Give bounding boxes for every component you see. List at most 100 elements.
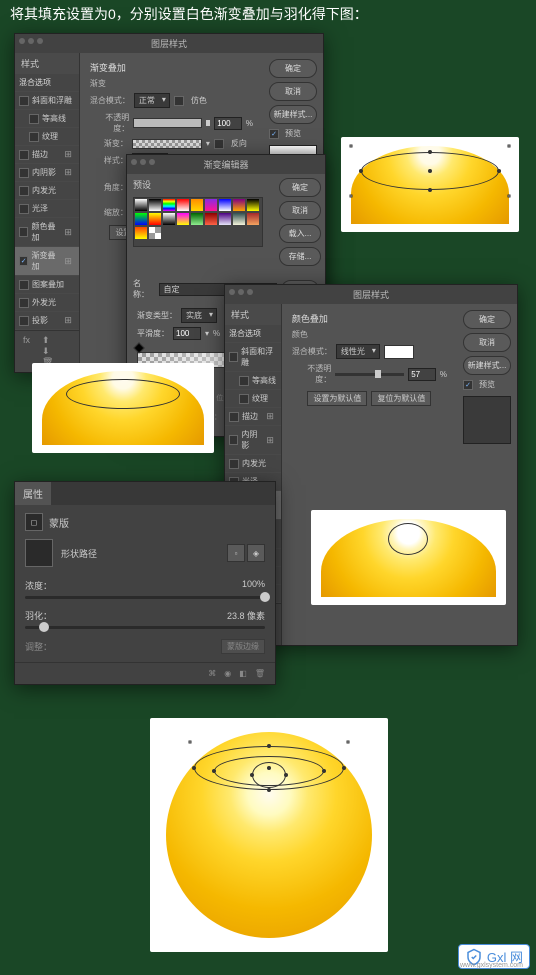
opacity-value[interactable]: 57 <box>408 368 436 381</box>
feather-slider[interactable] <box>25 626 265 629</box>
style-checkbox[interactable] <box>19 96 29 106</box>
gradient-swatch[interactable] <box>163 213 175 225</box>
style-checkbox[interactable] <box>229 352 238 362</box>
style-checkbox[interactable] <box>19 227 28 237</box>
preview-checkbox[interactable]: ✓ <box>269 129 279 139</box>
cancel-button[interactable]: 取消 <box>269 82 317 101</box>
style-checkbox[interactable] <box>239 394 249 404</box>
invert-icon[interactable]: ◧ <box>239 669 247 678</box>
style-item[interactable]: 颜色叠加⊞ <box>15 218 79 247</box>
dropdown-icon[interactable]: ▾ <box>206 139 210 148</box>
add-effect-icon[interactable]: ⊞ <box>61 149 75 160</box>
trash-icon[interactable]: 🗑 <box>255 669 265 678</box>
style-item[interactable]: 混合选项 <box>15 74 79 92</box>
gradient-swatch[interactable] <box>247 213 259 225</box>
style-checkbox[interactable] <box>29 114 39 124</box>
style-item[interactable]: 混合选项 <box>225 325 281 343</box>
style-checkbox[interactable] <box>19 280 29 290</box>
style-checkbox[interactable]: ✓ <box>19 256 28 266</box>
gradient-swatch[interactable] <box>135 227 147 239</box>
add-effect-icon[interactable]: ⊞ <box>263 435 277 446</box>
style-checkbox[interactable] <box>229 435 238 445</box>
opacity-slider[interactable] <box>335 373 404 376</box>
style-item[interactable]: 投影⊞ <box>15 312 79 330</box>
gradient-swatch[interactable] <box>233 199 245 211</box>
style-item[interactable]: 内阴影⊞ <box>15 164 79 182</box>
gradient-swatch[interactable] <box>233 213 245 225</box>
opacity-slider[interactable] <box>133 118 202 128</box>
style-item[interactable]: 纹理 <box>15 128 79 146</box>
gradient-preview[interactable] <box>132 139 202 149</box>
cancel-button[interactable]: 取消 <box>279 201 321 220</box>
style-checkbox[interactable] <box>19 186 29 196</box>
pixel-mask-button[interactable]: ▫ <box>227 544 245 562</box>
style-checkbox[interactable] <box>29 132 39 142</box>
preview-checkbox[interactable]: ✓ <box>463 380 473 390</box>
blend-mode-dropdown[interactable]: 正常 <box>134 93 170 108</box>
gradient-swatch[interactable] <box>177 213 189 225</box>
feather-value[interactable]: 23.8 像素 <box>227 609 265 622</box>
gradient-swatch[interactable] <box>149 213 161 225</box>
reset-default-button[interactable]: 复位为默认值 <box>371 391 431 406</box>
style-checkbox[interactable] <box>229 459 239 469</box>
style-item[interactable]: ✓渐变叠加⊞ <box>15 247 79 276</box>
gradient-swatch[interactable] <box>149 199 161 211</box>
window-controls[interactable] <box>19 38 43 44</box>
link-icon[interactable]: ⌘ <box>208 669 216 678</box>
density-slider[interactable] <box>25 596 265 599</box>
color-swatch[interactable] <box>384 345 414 359</box>
style-item[interactable]: 等高线 <box>15 110 79 128</box>
gradient-swatch[interactable] <box>163 199 175 211</box>
style-item[interactable]: 外发光 <box>15 294 79 312</box>
dropdown-icon[interactable]: ▾ <box>205 329 209 338</box>
style-checkbox[interactable] <box>19 204 29 214</box>
gradient-swatch[interactable] <box>149 227 161 239</box>
ok-button[interactable]: 确定 <box>279 178 321 197</box>
vector-mask-button[interactable]: ◈ <box>247 544 265 562</box>
gradient-swatch[interactable] <box>247 199 259 211</box>
window-controls[interactable] <box>131 159 155 165</box>
new-style-button[interactable]: 新建样式... <box>463 356 511 375</box>
layer-thumb[interactable] <box>25 539 53 567</box>
gradient-presets[interactable] <box>133 197 263 247</box>
gradient-swatch[interactable] <box>219 199 231 211</box>
up-icon[interactable]: ⬆ <box>38 335 54 345</box>
add-effect-icon[interactable]: ⊞ <box>61 256 75 267</box>
smooth-value[interactable]: 100 <box>173 327 201 340</box>
gradient-swatch[interactable] <box>177 199 189 211</box>
gradient-swatch[interactable] <box>219 213 231 225</box>
gradient-swatch[interactable] <box>205 199 217 211</box>
style-item[interactable]: 斜面和浮雕 <box>225 343 281 372</box>
ok-button[interactable]: 确定 <box>269 59 317 78</box>
style-item[interactable]: 内发光 <box>225 455 281 473</box>
gradient-swatch[interactable] <box>205 213 217 225</box>
style-item[interactable]: 图案叠加 <box>15 276 79 294</box>
density-value[interactable]: 100% <box>242 579 265 592</box>
add-effect-icon[interactable]: ⊞ <box>61 315 75 326</box>
style-item[interactable]: 纹理 <box>225 390 281 408</box>
blend-mode-dropdown[interactable]: 线性光 <box>336 344 380 359</box>
eye-icon[interactable]: ◉ <box>224 669 231 678</box>
dither-checkbox[interactable] <box>174 96 184 106</box>
cancel-button[interactable]: 取消 <box>463 333 511 352</box>
style-item[interactable]: 等高线 <box>225 372 281 390</box>
reverse-checkbox[interactable] <box>214 139 224 149</box>
style-item[interactable]: 光泽 <box>15 200 79 218</box>
gradient-swatch[interactable] <box>135 213 147 225</box>
load-button[interactable]: 载入... <box>279 224 321 243</box>
mask-edge-button[interactable]: 蒙版边缘 <box>221 639 265 654</box>
type-dropdown[interactable]: 实底 <box>181 308 217 323</box>
properties-tab[interactable]: 属性 <box>15 482 51 505</box>
add-effect-icon[interactable]: ⊞ <box>263 411 277 422</box>
ok-button[interactable]: 确定 <box>463 310 511 329</box>
slider-thumb[interactable] <box>206 120 210 126</box>
style-item[interactable]: 描边⊞ <box>225 408 281 426</box>
style-checkbox[interactable] <box>19 298 29 308</box>
down-icon[interactable]: ⬇ <box>38 346 54 356</box>
style-checkbox[interactable] <box>19 150 29 160</box>
style-checkbox[interactable] <box>19 168 29 178</box>
gradient-swatch[interactable] <box>191 213 203 225</box>
save-button[interactable]: 存储... <box>279 247 321 266</box>
style-checkbox[interactable] <box>239 376 249 386</box>
add-effect-icon[interactable]: ⊞ <box>61 167 75 178</box>
